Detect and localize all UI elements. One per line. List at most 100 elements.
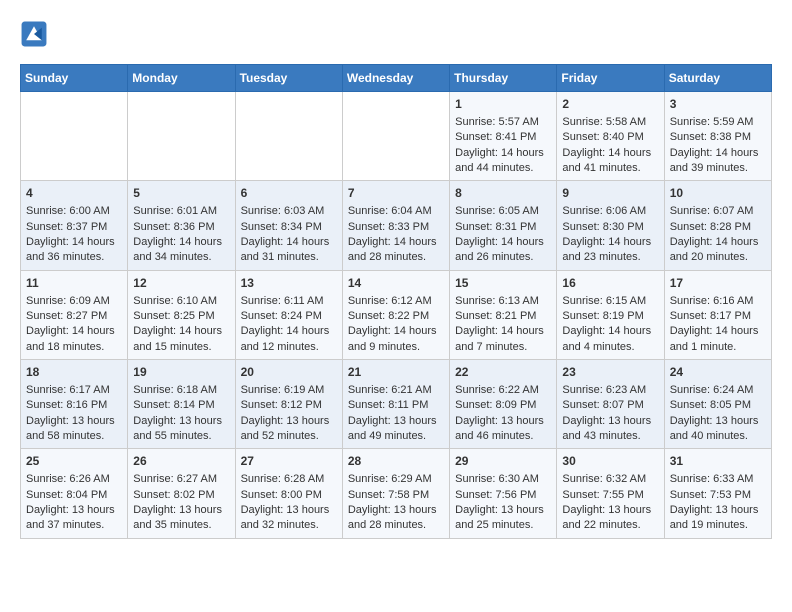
calendar-cell — [235, 92, 342, 181]
day-number: 22 — [455, 364, 551, 381]
sunset-text: Sunset: 8:25 PM — [133, 310, 214, 322]
sunrise-text: Sunrise: 6:05 AM — [455, 205, 539, 217]
sunset-text: Sunset: 8:00 PM — [241, 489, 322, 501]
daylight-text: Daylight: 14 hours and 12 minutes. — [241, 325, 330, 352]
daylight-text: Daylight: 13 hours and 49 minutes. — [348, 415, 437, 442]
sunset-text: Sunset: 8:27 PM — [26, 310, 107, 322]
day-number: 24 — [670, 364, 766, 381]
sunrise-text: Sunrise: 6:30 AM — [455, 473, 539, 485]
sunset-text: Sunset: 8:22 PM — [348, 310, 429, 322]
day-number: 12 — [133, 275, 229, 292]
sunset-text: Sunset: 8:21 PM — [455, 310, 536, 322]
calendar-cell: 11Sunrise: 6:09 AMSunset: 8:27 PMDayligh… — [21, 270, 128, 359]
daylight-text: Daylight: 14 hours and 20 minutes. — [670, 236, 759, 263]
sunrise-text: Sunrise: 5:57 AM — [455, 116, 539, 128]
sunset-text: Sunset: 8:12 PM — [241, 399, 322, 411]
calendar-cell: 29Sunrise: 6:30 AMSunset: 7:56 PMDayligh… — [450, 449, 557, 538]
sunrise-text: Sunrise: 6:04 AM — [348, 205, 432, 217]
daylight-text: Daylight: 13 hours and 35 minutes. — [133, 504, 222, 531]
logo — [20, 20, 52, 48]
sunset-text: Sunset: 8:09 PM — [455, 399, 536, 411]
daylight-text: Daylight: 13 hours and 25 minutes. — [455, 504, 544, 531]
sunset-text: Sunset: 8:19 PM — [562, 310, 643, 322]
calendar-cell: 16Sunrise: 6:15 AMSunset: 8:19 PMDayligh… — [557, 270, 664, 359]
daylight-text: Daylight: 14 hours and 36 minutes. — [26, 236, 115, 263]
calendar-cell: 18Sunrise: 6:17 AMSunset: 8:16 PMDayligh… — [21, 360, 128, 449]
day-number: 16 — [562, 275, 658, 292]
calendar-cell — [128, 92, 235, 181]
day-number: 30 — [562, 453, 658, 470]
calendar-cell: 31Sunrise: 6:33 AMSunset: 7:53 PMDayligh… — [664, 449, 771, 538]
calendar-cell: 19Sunrise: 6:18 AMSunset: 8:14 PMDayligh… — [128, 360, 235, 449]
sunset-text: Sunset: 8:33 PM — [348, 221, 429, 233]
weekday-header-monday: Monday — [128, 65, 235, 92]
calendar-cell — [21, 92, 128, 181]
daylight-text: Daylight: 13 hours and 40 minutes. — [670, 415, 759, 442]
sunset-text: Sunset: 8:40 PM — [562, 131, 643, 143]
daylight-text: Daylight: 13 hours and 37 minutes. — [26, 504, 115, 531]
weekday-header-sunday: Sunday — [21, 65, 128, 92]
calendar-cell: 14Sunrise: 6:12 AMSunset: 8:22 PMDayligh… — [342, 270, 449, 359]
sunrise-text: Sunrise: 6:01 AM — [133, 205, 217, 217]
day-number: 2 — [562, 96, 658, 113]
daylight-text: Daylight: 13 hours and 52 minutes. — [241, 415, 330, 442]
daylight-text: Daylight: 14 hours and 41 minutes. — [562, 147, 651, 174]
calendar-cell: 23Sunrise: 6:23 AMSunset: 8:07 PMDayligh… — [557, 360, 664, 449]
sunrise-text: Sunrise: 6:03 AM — [241, 205, 325, 217]
calendar-cell: 13Sunrise: 6:11 AMSunset: 8:24 PMDayligh… — [235, 270, 342, 359]
sunset-text: Sunset: 7:53 PM — [670, 489, 751, 501]
day-number: 19 — [133, 364, 229, 381]
sunset-text: Sunset: 7:55 PM — [562, 489, 643, 501]
sunrise-text: Sunrise: 6:22 AM — [455, 384, 539, 396]
week-row-2: 4 Sunrise: 6:00 AM Sunset: 8:37 PM Daylight… — [21, 181, 772, 270]
calendar-cell: 12 Sunrise: 6:10 AM Sunset: 8:25 PM Dayligh… — [128, 270, 235, 359]
day-number: 29 — [455, 453, 551, 470]
calendar-cell: 7 Sunrise: 6:04 AM Sunset: 8:33 PM Daylight… — [342, 181, 449, 270]
weekday-header-thursday: Thursday — [450, 65, 557, 92]
sunset-text: Sunset: 8:34 PM — [241, 221, 322, 233]
day-number: 15 — [455, 275, 551, 292]
day-number: 6 — [241, 185, 337, 202]
day-number: 7 — [348, 185, 444, 202]
week-row-3: 11Sunrise: 6:09 AMSunset: 8:27 PMDayligh… — [21, 270, 772, 359]
calendar-cell: 24Sunrise: 6:24 AMSunset: 8:05 PMDayligh… — [664, 360, 771, 449]
day-number: 4 — [26, 185, 122, 202]
weekday-header-tuesday: Tuesday — [235, 65, 342, 92]
page-header — [20, 20, 772, 48]
calendar-cell: 10Sunrise: 6:07 AMSunset: 8:28 PMDayligh… — [664, 181, 771, 270]
sunset-text: Sunset: 8:41 PM — [455, 131, 536, 143]
daylight-text: Daylight: 13 hours and 46 minutes. — [455, 415, 544, 442]
weekday-header-saturday: Saturday — [664, 65, 771, 92]
calendar-cell: 22 Sunrise: 6:22 AM Sunset: 8:09 PM Dayligh… — [450, 360, 557, 449]
day-number: 17 — [670, 275, 766, 292]
sunset-text: Sunset: 7:58 PM — [348, 489, 429, 501]
daylight-text: Daylight: 14 hours and 15 minutes. — [133, 325, 222, 352]
sunset-text: Sunset: 8:28 PM — [670, 221, 751, 233]
sunset-text: Sunset: 8:02 PM — [133, 489, 214, 501]
sunset-text: Sunset: 8:37 PM — [26, 221, 107, 233]
day-number: 28 — [348, 453, 444, 470]
sunrise-text: Sunrise: 6:15 AM — [562, 295, 646, 307]
sunrise-text: Sunrise: 6:00 AM — [26, 205, 110, 217]
calendar-cell: 9Sunrise: 6:06 AMSunset: 8:30 PMDaylight… — [557, 181, 664, 270]
sunrise-text: Sunrise: 6:13 AM — [455, 295, 539, 307]
daylight-text: Daylight: 13 hours and 43 minutes. — [562, 415, 651, 442]
sunrise-text: Sunrise: 6:19 AM — [241, 384, 325, 396]
sunset-text: Sunset: 8:17 PM — [670, 310, 751, 322]
day-number: 9 — [562, 185, 658, 202]
daylight-text: Daylight: 13 hours and 22 minutes. — [562, 504, 651, 531]
sunset-text: Sunset: 8:30 PM — [562, 221, 643, 233]
daylight-text: Daylight: 14 hours and 18 minutes. — [26, 325, 115, 352]
sunrise-text: Sunrise: 6:10 AM — [133, 295, 217, 307]
day-number: 18 — [26, 364, 122, 381]
day-number: 26 — [133, 453, 229, 470]
sunrise-text: Sunrise: 6:24 AM — [670, 384, 754, 396]
daylight-text: Daylight: 14 hours and 28 minutes. — [348, 236, 437, 263]
day-number: 13 — [241, 275, 337, 292]
day-number: 23 — [562, 364, 658, 381]
day-number: 14 — [348, 275, 444, 292]
daylight-text: Daylight: 13 hours and 19 minutes. — [670, 504, 759, 531]
sunrise-text: Sunrise: 6:11 AM — [241, 295, 324, 307]
day-number: 3 — [670, 96, 766, 113]
calendar-table: SundayMondayTuesdayWednesdayThursdayFrid… — [20, 64, 772, 539]
